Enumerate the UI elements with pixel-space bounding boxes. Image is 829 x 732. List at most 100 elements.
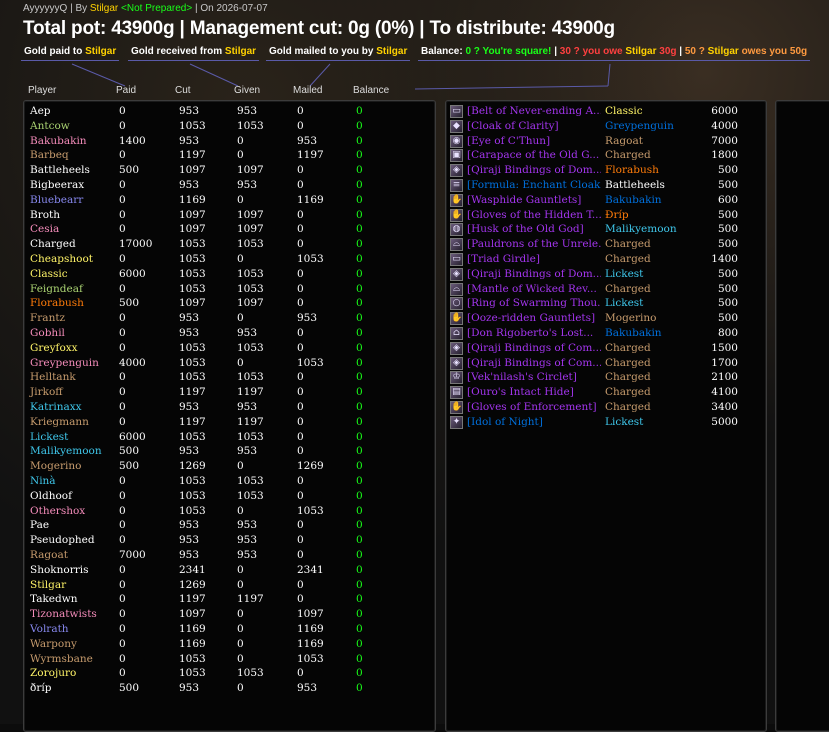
item-link[interactable]: [Triad Girdle] [467, 253, 601, 265]
table-row[interactable]: Broth 0 1097 1097 0 0 [24, 209, 435, 224]
item-link[interactable]: [Vek'nilash's Circlet] [467, 371, 601, 383]
mantle-icon[interactable]: ⌓ [450, 282, 463, 296]
table-row[interactable]: Florabush 500 1097 1097 0 0 [24, 297, 435, 312]
belt-icon[interactable]: ▭ [450, 105, 463, 118]
table-row[interactable]: Pae 0 953 953 0 0 [24, 519, 435, 534]
loot-row[interactable]: ○ [Ring of Swarming Thou... Lickest 500 [446, 297, 766, 312]
item-link[interactable]: [Gloves of the Hidden T... [467, 209, 601, 221]
bindings-icon[interactable]: ◈ [450, 356, 463, 370]
gauntlets-icon[interactable]: ✋ [450, 193, 463, 207]
loot-row[interactable]: ▭ [Triad Girdle] Charged 1400 [446, 253, 766, 268]
eye-icon[interactable]: ◉ [450, 134, 463, 148]
table-row[interactable]: Warpony 0 1169 0 1169 0 [24, 638, 435, 653]
bindings-icon[interactable]: ◈ [450, 341, 463, 355]
table-row[interactable]: Gobhil 0 953 953 0 0 [24, 327, 435, 342]
players-table[interactable]: Aep 0 953 953 0 0 Antcow 0 1053 1053 0 0 Bakubakin 14… [23, 100, 436, 732]
item-link[interactable]: [Pauldrons of the Unrele... [467, 238, 601, 250]
loot-row[interactable]: ◈ [Qiraji Bindings of Dom... Florabush 500 [446, 164, 766, 179]
loot-row[interactable]: ◉ [Eye of C'Thun] Ragoat 7000 [446, 134, 766, 150]
gauntlets-icon[interactable]: ✋ [450, 312, 463, 326]
table-row[interactable]: Shoknorris 0 2341 0 2341 0 [24, 564, 435, 579]
item-link[interactable]: [Cloak of Clarity] [467, 120, 601, 132]
table-row[interactable]: Jirkoff 0 1197 1197 0 0 [24, 386, 435, 401]
cloak-icon[interactable]: ◆ [450, 119, 463, 133]
table-row[interactable]: Kriegmann 0 1197 1197 0 0 [24, 416, 435, 431]
hide-icon[interactable]: ▤ [450, 386, 463, 400]
item-link[interactable]: [Ring of Swarming Thou... [467, 297, 601, 309]
bindings-icon[interactable]: ◈ [450, 164, 463, 178]
item-link[interactable]: [Qiraji Bindings of Com... [467, 357, 601, 369]
loot-row[interactable]: ◈ [Qiraji Bindings of Dom... Lickest 500 [446, 267, 766, 283]
table-row[interactable]: Lickest 6000 1053 1053 0 0 [24, 431, 435, 446]
item-link[interactable]: [Eye of C'Thun] [467, 135, 601, 147]
table-row[interactable]: Classic 6000 1053 1053 0 0 [24, 268, 435, 283]
item-link[interactable]: [Idol of Night] [467, 416, 601, 428]
table-row[interactable]: Frantz 0 953 0 953 0 [24, 312, 435, 327]
circlet-icon[interactable]: ♔ [450, 371, 463, 385]
table-row[interactable]: Feigndeaf 0 1053 1053 0 0 [24, 283, 435, 298]
idol-icon[interactable]: ✦ [450, 415, 463, 429]
hat-icon[interactable]: ⌂ [450, 327, 463, 340]
loot-row[interactable]: ✋ [Wasphide Gauntlets] Bakubakin 600 [446, 193, 766, 209]
husk-icon[interactable]: ◍ [450, 223, 463, 237]
table-row[interactable]: Antcow 0 1053 1053 0 0 [24, 120, 435, 135]
item-link[interactable]: [Qiraji Bindings of Com... [467, 342, 601, 354]
gloves-icon[interactable]: ✋ [450, 208, 463, 222]
loot-row[interactable]: ✋ [Gloves of the Hidden T... Ðríp 500 [446, 208, 766, 224]
table-row[interactable]: Greyfoxx 0 1053 1053 0 0 [24, 342, 435, 357]
loot-row[interactable]: ◍ [Husk of the Old God] Malikyemoon 500 [446, 223, 766, 238]
loot-row[interactable]: ◈ [Qiraji Bindings of Com... Charged 1500 [446, 341, 766, 357]
table-row[interactable]: Aep 0 953 953 0 0 [24, 105, 435, 120]
chest-armor-icon[interactable]: ▣ [450, 149, 463, 163]
table-row[interactable]: Wyrmsbane 0 1053 0 1053 0 [24, 653, 435, 668]
loot-row[interactable]: ✦ [Idol of Night] Lickest 5000 [446, 415, 766, 431]
loot-row[interactable]: ▤ [Ouro's Intact Hide] Charged 4100 [446, 386, 766, 401]
table-row[interactable]: Oldhoof 0 1053 1053 0 0 [24, 490, 435, 505]
table-row[interactable]: Pseudophed 0 953 953 0 0 [24, 534, 435, 549]
item-link[interactable]: [Mantle of Wicked Rev... [467, 283, 601, 295]
loot-row[interactable]: ≡ [Formula: Enchant Cloak... Battleheels 50… [446, 179, 766, 194]
gloves-icon[interactable]: ✋ [450, 401, 463, 414]
item-link[interactable]: [Don Rigoberto's Lost... [467, 327, 601, 339]
table-row[interactable]: Malikyemoon 500 953 953 0 0 [24, 445, 435, 460]
table-row[interactable]: Takedwn 0 1197 1197 0 0 [24, 593, 435, 608]
table-row[interactable]: Zorojuro 0 1053 1053 0 0 [24, 667, 435, 682]
table-row[interactable]: Katrinaxx 0 953 953 0 0 [24, 401, 435, 416]
pauldrons-icon[interactable]: ⌓ [450, 238, 463, 252]
table-row[interactable]: Stilgar 0 1269 0 0 0 [24, 579, 435, 594]
scroll-icon[interactable]: ≡ [450, 179, 463, 192]
table-row[interactable]: Helltank 0 1053 1053 0 0 [24, 371, 435, 386]
item-link[interactable]: [Carapace of the Old G... [467, 149, 601, 161]
table-row[interactable]: Mogerino 500 1269 0 1269 0 [24, 460, 435, 475]
table-row[interactable]: Cheapshoot 0 1053 0 1053 0 [24, 253, 435, 268]
item-link[interactable]: [Qiraji Bindings of Dom... [467, 268, 601, 280]
loot-row[interactable]: ▣ [Carapace of the Old G... Charged 1800 [446, 149, 766, 164]
item-link[interactable]: [Wasphide Gauntlets] [467, 194, 601, 206]
table-row[interactable]: Bakubakin 1400 953 0 953 0 [24, 135, 435, 150]
table-row[interactable]: Volrath 0 1169 0 1169 0 [24, 623, 435, 638]
loot-row[interactable]: ✋ [Ooze-ridden Gauntlets] Mogerino 500 [446, 312, 766, 327]
loot-row[interactable]: ⌂ [Don Rigoberto's Lost... Bakubakin 800 [446, 327, 766, 342]
loot-row[interactable]: ▭ [Belt of Never-ending A... Classic 6000 [446, 105, 766, 120]
table-row[interactable]: ðríp 500 953 0 953 0 [24, 682, 435, 697]
ring-icon[interactable]: ○ [450, 297, 463, 311]
loot-row[interactable]: ◆ [Cloak of Clarity] Greypenguin 4000 [446, 119, 766, 135]
loot-row[interactable]: ✋ [Gloves of Enforcement] Charged 3400 [446, 401, 766, 416]
table-row[interactable]: Bluebearr 0 1169 0 1169 0 [24, 194, 435, 209]
girdle-icon[interactable]: ▭ [450, 253, 463, 266]
loot-list[interactable]: ▭ [Belt of Never-ending A... Classic 6000 ◆ [… [445, 100, 767, 732]
table-row[interactable]: Ragoat 7000 953 953 0 0 [24, 549, 435, 564]
item-link[interactable]: [Ouro's Intact Hide] [467, 386, 601, 398]
item-link[interactable]: [Husk of the Old God] [467, 223, 601, 235]
table-row[interactable]: Greypenguin 4000 1053 0 1053 0 [24, 357, 435, 372]
item-link[interactable]: [Qiraji Bindings of Dom... [467, 164, 601, 176]
table-row[interactable]: Charged 17000 1053 1053 0 0 [24, 238, 435, 253]
loot-row[interactable]: ♔ [Vek'nilash's Circlet] Charged 2100 [446, 371, 766, 386]
loot-row[interactable]: ⌓ [Mantle of Wicked Rev... Charged 500 [446, 282, 766, 298]
table-row[interactable]: Bigbeerax 0 953 953 0 0 [24, 179, 435, 194]
item-link[interactable]: [Formula: Enchant Cloak... [467, 179, 601, 191]
item-link[interactable]: [Belt of Never-ending A... [467, 105, 601, 117]
table-row[interactable]: Barbeq 0 1197 0 1197 0 [24, 149, 435, 164]
loot-row[interactable]: ⌓ [Pauldrons of the Unrele... Charged 500 [446, 238, 766, 253]
table-row[interactable]: Ninà 0 1053 1053 0 0 [24, 475, 435, 490]
